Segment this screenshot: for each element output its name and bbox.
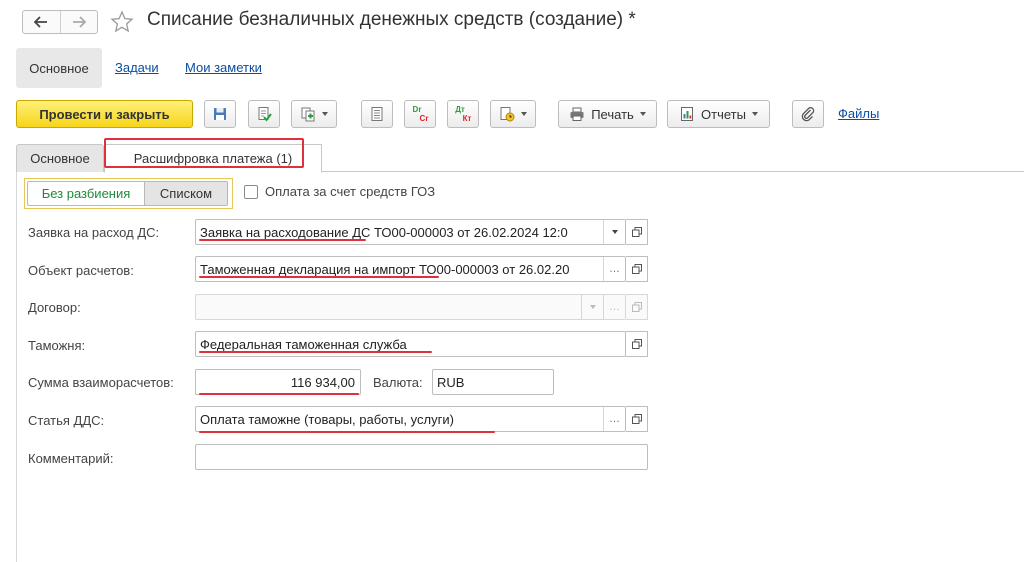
currency-value: RUB bbox=[437, 375, 465, 390]
cash-flow-select-button[interactable]: … bbox=[603, 407, 625, 431]
section-notes-link[interactable]: Мои заметки bbox=[185, 60, 262, 75]
goz-checkbox-label: Оплата за счет средств ГОЗ bbox=[265, 184, 436, 199]
reports-icon bbox=[681, 107, 694, 121]
tab-main[interactable]: Основное bbox=[16, 144, 104, 172]
cash-flow-label: Статья ДДС: bbox=[28, 413, 105, 428]
form-tabs: Основное Расшифровка платежа (1) bbox=[16, 140, 1024, 173]
paperclip-icon bbox=[801, 107, 815, 122]
back-button[interactable] bbox=[23, 11, 60, 33]
reports-label: Отчеты bbox=[701, 106, 746, 122]
open-window-icon bbox=[631, 339, 642, 349]
dt-kt-icon-top: Дт bbox=[455, 105, 465, 114]
create-based-on-icon bbox=[301, 107, 315, 122]
save-button[interactable] bbox=[204, 100, 236, 128]
amount-highlight-underline bbox=[199, 393, 359, 395]
request-open-button[interactable] bbox=[626, 219, 648, 245]
dt-kt-button[interactable]: Дт Кт bbox=[447, 100, 479, 128]
request-dropdown-button[interactable] bbox=[603, 220, 625, 244]
cash-flow-value: Оплата таможне (товары, работы, услуги) bbox=[200, 412, 454, 427]
print-label: Печать bbox=[591, 106, 634, 122]
object-value: Таможенная декларация на импорт ТО00-000… bbox=[200, 262, 570, 277]
dropdown-caret-icon bbox=[521, 112, 527, 116]
amount-value: 116 934,00 bbox=[290, 375, 355, 390]
dt-kt-icon-bottom: Кт bbox=[462, 114, 472, 123]
open-window-icon bbox=[631, 302, 642, 312]
dropdown-caret-icon bbox=[639, 112, 646, 116]
title-bar: Списание безналичных денежных средств (с… bbox=[0, 0, 1024, 44]
dr-cr-icon-bottom: Cr bbox=[419, 114, 429, 123]
attach-button[interactable] bbox=[792, 100, 824, 128]
currency-field[interactable]: RUB bbox=[432, 369, 554, 395]
contract-open-button[interactable] bbox=[626, 294, 648, 320]
document-history-icon bbox=[500, 107, 515, 122]
mode-list-button[interactable]: Списком bbox=[145, 181, 228, 206]
printer-icon bbox=[570, 107, 584, 121]
comment-label: Комментарий: bbox=[28, 451, 114, 466]
object-label: Объект расчетов: bbox=[28, 263, 134, 278]
customs-highlight-underline bbox=[199, 351, 432, 353]
object-field[interactable]: Таможенная декларация на импорт ТО00-000… bbox=[195, 256, 626, 282]
open-window-icon bbox=[631, 227, 642, 237]
tab-payment-breakdown[interactable]: Расшифровка платежа (1) bbox=[104, 144, 322, 173]
command-bar: Провести и закрыть Dr Cr Дт Кт Печать От… bbox=[0, 100, 1024, 130]
object-open-button[interactable] bbox=[626, 256, 648, 282]
breakdown-mode-switch: Без разбиения Списком bbox=[24, 178, 233, 209]
save-icon bbox=[214, 108, 226, 120]
object-select-button[interactable]: … bbox=[603, 257, 625, 281]
journal-icon bbox=[371, 107, 383, 121]
request-highlight-underline bbox=[199, 239, 366, 241]
dropdown-caret-icon bbox=[322, 112, 328, 116]
dr-cr-icon-top: Dr bbox=[412, 105, 422, 114]
contract-label: Договор: bbox=[28, 300, 81, 315]
document-journal-button[interactable] bbox=[361, 100, 393, 128]
dr-cr-button[interactable]: Dr Cr bbox=[404, 100, 436, 128]
post-and-close-button[interactable]: Провести и закрыть bbox=[16, 100, 193, 128]
currency-label: Валюта: bbox=[373, 375, 423, 390]
open-window-icon bbox=[631, 414, 642, 424]
document-title: Списание безналичных денежных средств (с… bbox=[147, 9, 636, 30]
cash-flow-open-button[interactable] bbox=[626, 406, 648, 432]
customs-field[interactable]: Федеральная таможенная служба bbox=[195, 331, 626, 357]
navigation-buttons bbox=[22, 10, 98, 34]
arrow-left-icon bbox=[34, 16, 48, 28]
request-label: Заявка на расход ДС: bbox=[28, 225, 160, 240]
arrow-right-icon bbox=[72, 16, 86, 28]
goz-checkbox[interactable] bbox=[244, 185, 258, 199]
chevron-down-icon bbox=[589, 305, 596, 309]
request-value: Заявка на расходование ДС ТО00-000003 от… bbox=[200, 225, 568, 240]
customs-label: Таможня: bbox=[28, 338, 86, 353]
section-tasks-link[interactable]: Задачи bbox=[115, 60, 159, 75]
mode-no-split-button[interactable]: Без разбиения bbox=[27, 181, 145, 206]
contract-dropdown-button[interactable] bbox=[581, 295, 603, 319]
amount-label: Сумма взаиморасчетов: bbox=[28, 375, 174, 390]
reports-button[interactable]: Отчеты bbox=[667, 100, 770, 128]
contract-field[interactable]: … bbox=[195, 294, 626, 320]
contract-select-button[interactable]: … bbox=[603, 295, 625, 319]
object-highlight-underline bbox=[199, 276, 439, 278]
chevron-down-icon bbox=[611, 230, 618, 234]
favorite-star-icon[interactable] bbox=[110, 10, 134, 34]
forward-button[interactable] bbox=[59, 11, 98, 33]
section-main[interactable]: Основное bbox=[16, 48, 102, 88]
create-based-on-button[interactable] bbox=[291, 100, 337, 128]
cash-flow-highlight-underline bbox=[199, 431, 495, 433]
request-field[interactable]: Заявка на расходование ДС ТО00-000003 от… bbox=[195, 219, 626, 245]
post-document-icon bbox=[258, 107, 272, 122]
comment-field[interactable] bbox=[195, 444, 648, 470]
section-panel: Основное Задачи Мои заметки bbox=[0, 48, 400, 88]
dropdown-caret-icon bbox=[751, 112, 758, 116]
files-link[interactable]: Файлы bbox=[838, 106, 879, 121]
customs-value: Федеральная таможенная служба bbox=[200, 337, 407, 352]
amount-field[interactable]: 116 934,00 bbox=[195, 369, 361, 395]
open-window-icon bbox=[631, 264, 642, 274]
cash-flow-field[interactable]: Оплата таможне (товары, работы, услуги) … bbox=[195, 406, 626, 432]
print-button[interactable]: Печать bbox=[558, 100, 657, 128]
post-button[interactable] bbox=[248, 100, 280, 128]
history-button[interactable] bbox=[490, 100, 536, 128]
customs-open-button[interactable] bbox=[626, 331, 648, 357]
